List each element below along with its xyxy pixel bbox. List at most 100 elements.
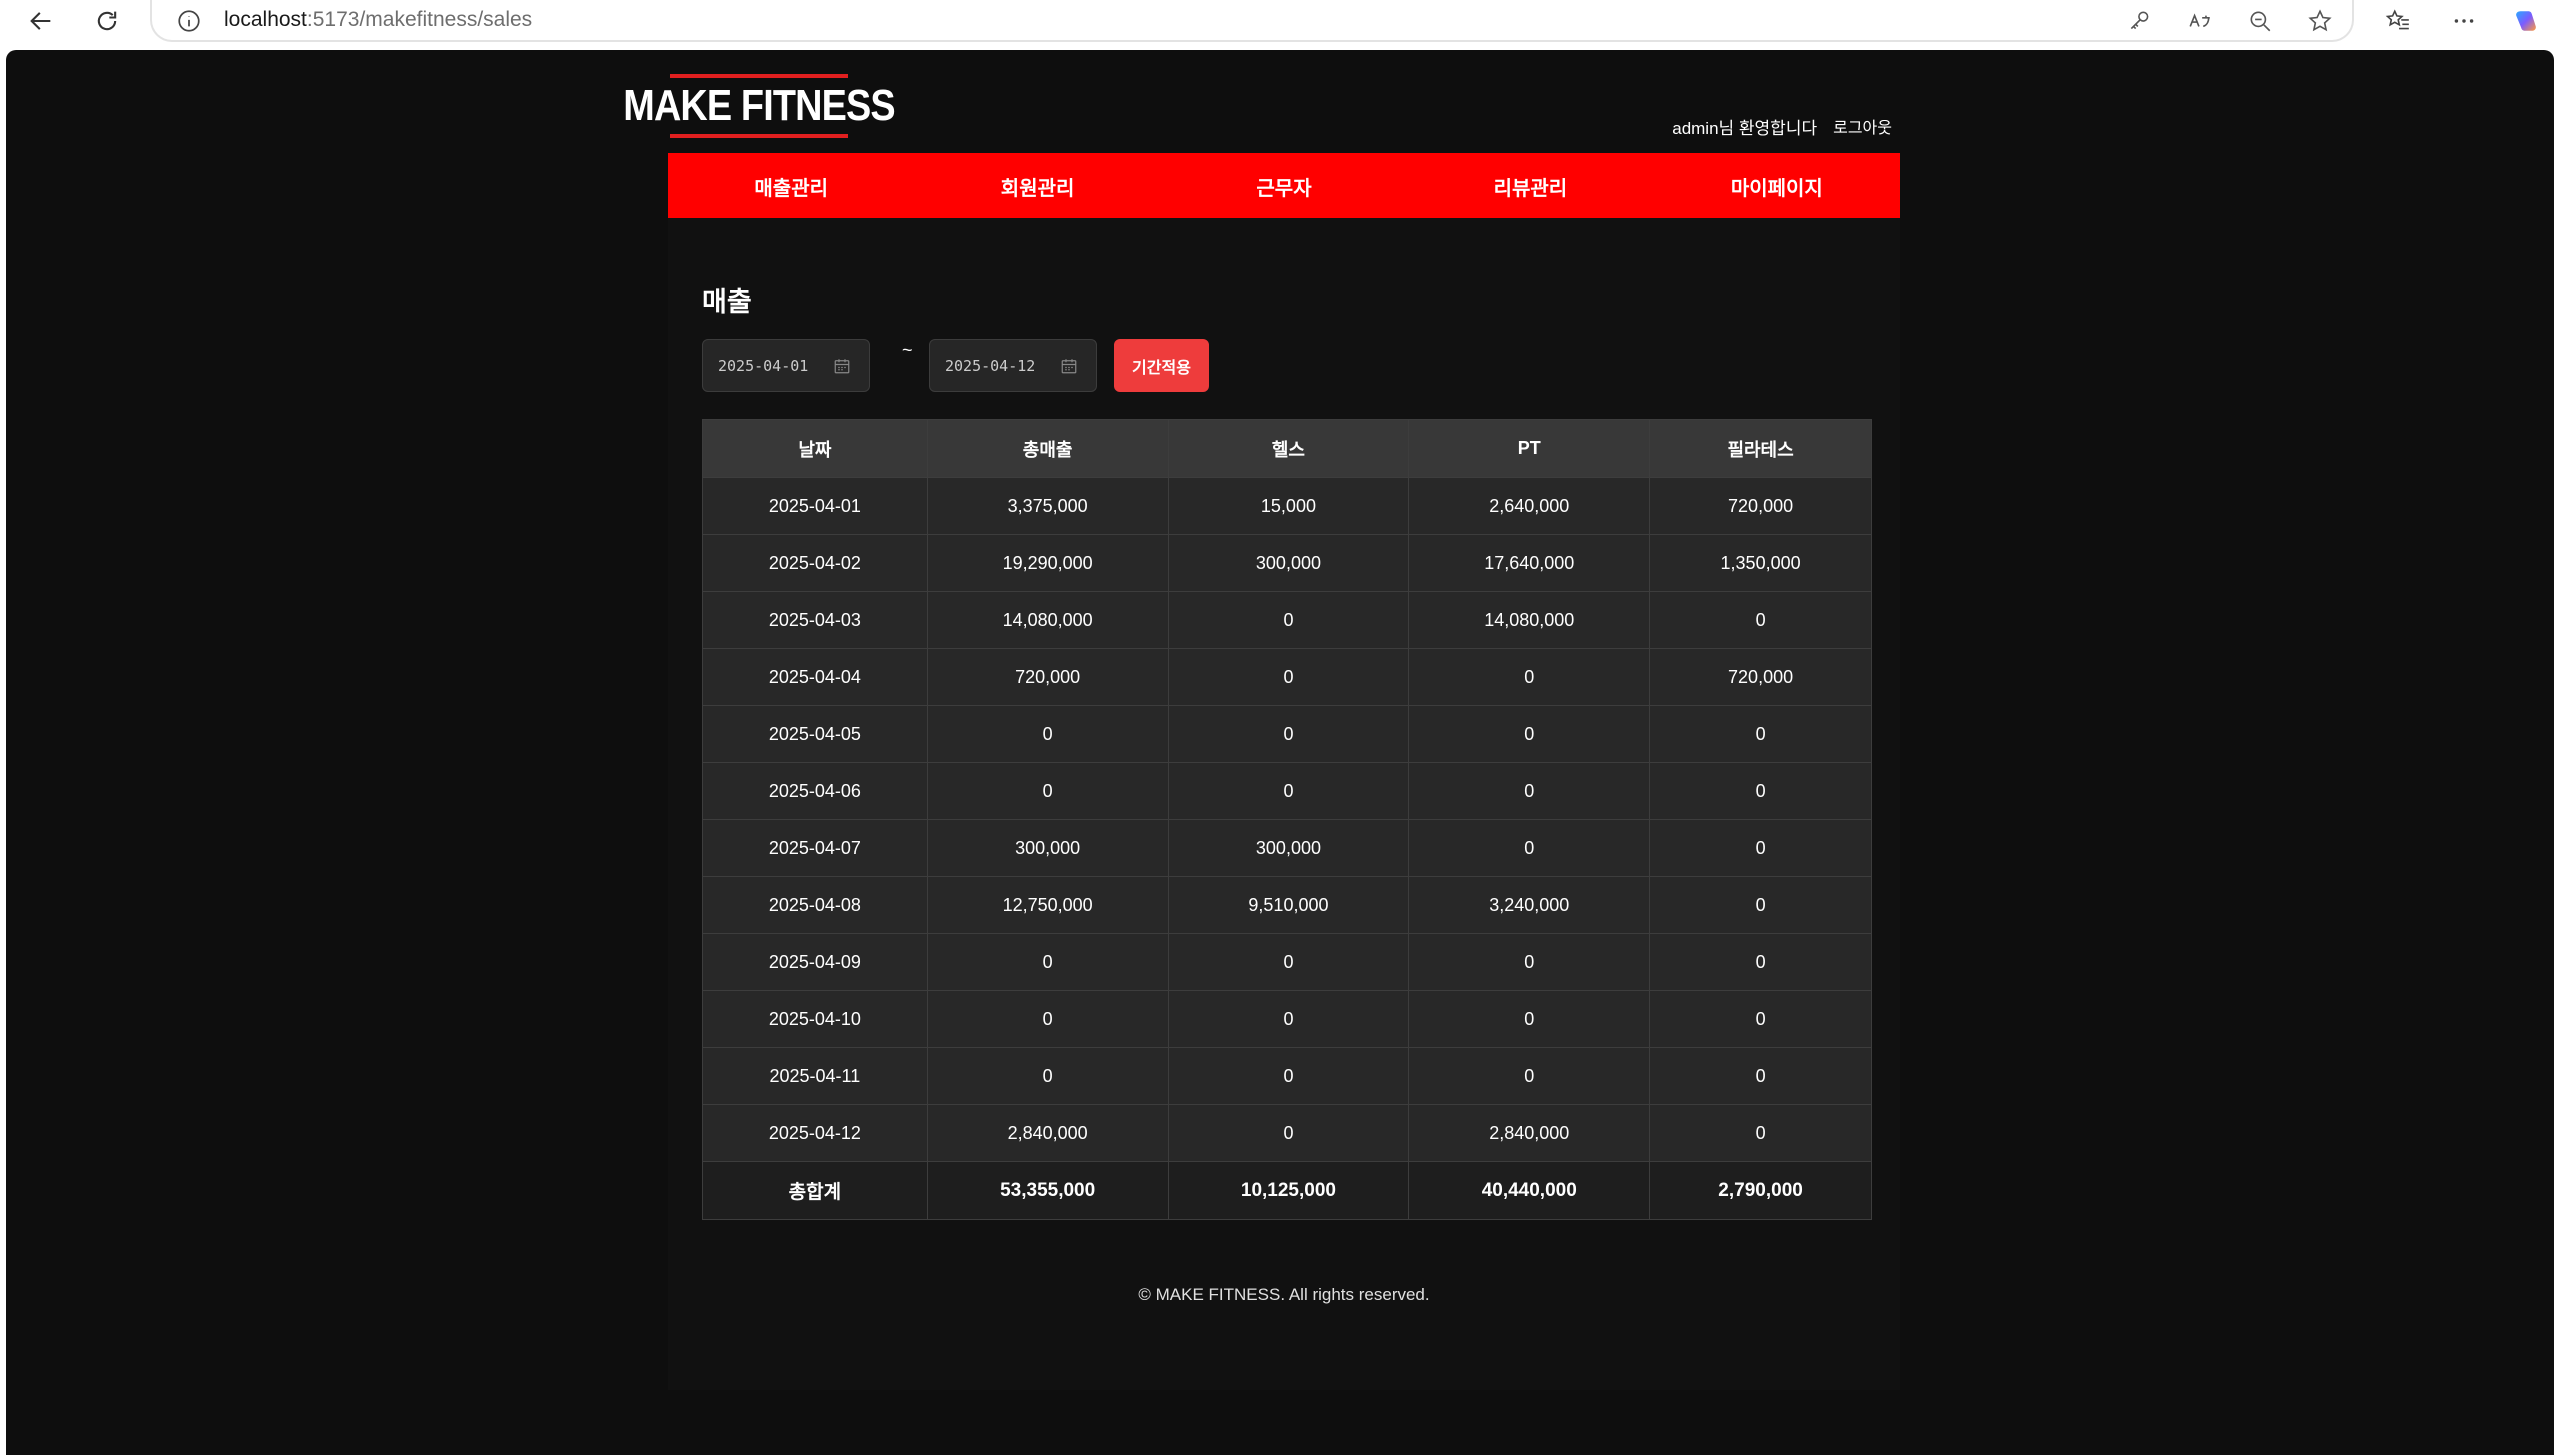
column-header-pilates: 필라테스 bbox=[1649, 419, 1872, 478]
table-row: 2025-04-09 0 0 0 0 bbox=[702, 933, 1872, 991]
back-arrow-icon bbox=[30, 12, 51, 30]
logout-link[interactable]: 로그아웃 bbox=[1833, 114, 1892, 139]
cell-pilates: 0 bbox=[1649, 990, 1872, 1048]
logo-stripe-bottom bbox=[670, 134, 848, 138]
cell-total: 720,000 bbox=[926, 648, 1169, 706]
cell-total: 2,840,000 bbox=[926, 1104, 1169, 1162]
cell-health: 9,510,000 bbox=[1167, 876, 1410, 934]
logo[interactable]: MAKE FITNESS bbox=[623, 74, 896, 138]
cell-health: 0 bbox=[1167, 762, 1410, 820]
cell-pilates: 720,000 bbox=[1649, 648, 1872, 706]
cell-pilates: 0 bbox=[1649, 1104, 1872, 1162]
column-header-total: 총매출 bbox=[926, 419, 1169, 478]
cell-total: 19,290,000 bbox=[926, 534, 1169, 592]
menu-item-mypage[interactable]: 마이페이지 bbox=[1654, 153, 1900, 220]
cell-pilates: 0 bbox=[1649, 819, 1872, 877]
total-sales: 53,355,000 bbox=[926, 1161, 1169, 1220]
cell-health: 300,000 bbox=[1167, 534, 1410, 592]
app-viewport: MAKE FITNESS admin님 환영합니다 로그아웃 매출관리 회원관리… bbox=[6, 50, 2554, 1455]
table-row: 2025-04-08 12,750,000 9,510,000 3,240,000 0 bbox=[702, 876, 1872, 934]
favorites-icon bbox=[2385, 9, 2409, 30]
end-date-input[interactable]: 2025-04-12 bbox=[929, 339, 1097, 392]
menu-item-staff[interactable]: 근무자 bbox=[1161, 153, 1407, 220]
cell-total: 0 bbox=[926, 1047, 1169, 1105]
sales-table: 날짜 총매출 헬스 PT 필라테스 2025-04-01 3,375,000 15,… bbox=[702, 419, 1872, 1220]
cell-total: 3,375,000 bbox=[926, 477, 1169, 535]
apply-period-button[interactable]: 기간적용 bbox=[1114, 339, 1209, 392]
user-bar: admin님 환영합니다 로그아웃 bbox=[1672, 114, 1892, 139]
copilot-icon bbox=[2516, 11, 2536, 31]
calendar-icon[interactable] bbox=[833, 357, 851, 375]
table-row: 2025-04-12 2,840,000 0 2,840,000 0 bbox=[702, 1104, 1872, 1162]
reload-icon bbox=[97, 11, 117, 31]
cell-date: 2025-04-12 bbox=[702, 1104, 928, 1162]
table-row: 2025-04-05 0 0 0 0 bbox=[702, 705, 1872, 763]
table-row: 2025-04-03 14,080,000 0 14,080,000 0 bbox=[702, 591, 1872, 649]
info-icon[interactable] bbox=[176, 8, 202, 34]
more-dots-icon bbox=[2454, 19, 2474, 23]
cell-health: 0 bbox=[1167, 933, 1410, 991]
cell-pilates: 0 bbox=[1649, 705, 1872, 763]
back-button[interactable] bbox=[16, 0, 66, 42]
total-pilates: 2,790,000 bbox=[1649, 1161, 1872, 1220]
favorite-button[interactable] bbox=[2304, 5, 2336, 37]
zoom-out-button[interactable] bbox=[2244, 5, 2276, 37]
cell-pilates: 0 bbox=[1649, 1047, 1872, 1105]
main-menu: 매출관리 회원관리 근무자 리뷰관리 마이페이지 bbox=[668, 153, 1900, 220]
column-header-pt: PT bbox=[1408, 419, 1651, 478]
total-pt: 40,440,000 bbox=[1408, 1161, 1651, 1220]
cell-pt: 2,840,000 bbox=[1408, 1104, 1651, 1162]
table-row: 2025-04-02 19,290,000 300,000 17,640,000 1,3… bbox=[702, 534, 1872, 592]
cell-health: 15,000 bbox=[1167, 477, 1410, 535]
url-text[interactable]: localhost:5173/makefitness/sales bbox=[224, 8, 532, 32]
table-row: 2025-04-10 0 0 0 0 bbox=[702, 990, 1872, 1048]
cell-pilates: 720,000 bbox=[1649, 477, 1872, 535]
table-header-row: 날짜 총매출 헬스 PT 필라테스 bbox=[702, 419, 1872, 478]
footer-copyright: © MAKE FITNESS. All rights reserved. bbox=[1138, 1285, 1430, 1304]
reload-button[interactable] bbox=[82, 0, 132, 42]
copilot-button[interactable] bbox=[2510, 5, 2542, 37]
column-header-health: 헬스 bbox=[1167, 419, 1410, 478]
cell-pt: 0 bbox=[1408, 819, 1651, 877]
date-separator: ~ bbox=[902, 340, 913, 360]
end-date-value: 2025-04-12 bbox=[945, 356, 1036, 375]
cell-date: 2025-04-10 bbox=[702, 990, 928, 1048]
cell-date: 2025-04-03 bbox=[702, 591, 928, 649]
cell-date: 2025-04-08 bbox=[702, 876, 928, 934]
start-date-value: 2025-04-01 bbox=[718, 356, 809, 375]
menu-item-members[interactable]: 회원관리 bbox=[914, 153, 1160, 220]
cell-health: 0 bbox=[1167, 990, 1410, 1048]
menu-item-sales[interactable]: 매출관리 bbox=[668, 153, 914, 220]
cell-date: 2025-04-09 bbox=[702, 933, 928, 991]
cell-pt: 3,240,000 bbox=[1408, 876, 1651, 934]
menu-item-reviews[interactable]: 리뷰관리 bbox=[1407, 153, 1653, 220]
logo-text: MAKE FITNESS bbox=[623, 81, 895, 130]
cell-pilates: 0 bbox=[1649, 876, 1872, 934]
welcome-text: admin님 환영합니다 bbox=[1672, 119, 1818, 138]
start-date-input[interactable]: 2025-04-01 bbox=[702, 339, 870, 392]
url-host: localhost bbox=[224, 8, 307, 31]
password-key-button[interactable] bbox=[2124, 5, 2156, 37]
cell-date: 2025-04-02 bbox=[702, 534, 928, 592]
address-bar[interactable]: localhost:5173/makefitness/sales bbox=[150, 0, 2354, 42]
cell-date: 2025-04-04 bbox=[702, 648, 928, 706]
cell-pilates: 0 bbox=[1649, 591, 1872, 649]
cell-health: 0 bbox=[1167, 1104, 1410, 1162]
cell-pt: 0 bbox=[1408, 762, 1651, 820]
cell-health: 0 bbox=[1167, 705, 1410, 763]
more-button[interactable] bbox=[2448, 5, 2480, 37]
table-row: 2025-04-11 0 0 0 0 bbox=[702, 1047, 1872, 1105]
table-row: 2025-04-06 0 0 0 0 bbox=[702, 762, 1872, 820]
favorites-list-button[interactable] bbox=[2382, 5, 2414, 37]
read-aloud-button[interactable] bbox=[2184, 5, 2216, 37]
calendar-icon[interactable] bbox=[1060, 357, 1078, 375]
table-row: 2025-04-07 300,000 300,000 0 0 bbox=[702, 819, 1872, 877]
star-icon bbox=[2308, 9, 2332, 32]
cell-total: 0 bbox=[926, 762, 1169, 820]
logo-stripe-top bbox=[670, 74, 848, 78]
cell-date: 2025-04-11 bbox=[702, 1047, 928, 1105]
table-row: 2025-04-04 720,000 0 0 720,000 bbox=[702, 648, 1872, 706]
cell-pt: 0 bbox=[1408, 933, 1651, 991]
page-container: MAKE FITNESS admin님 환영합니다 로그아웃 매출관리 회원관리… bbox=[623, 50, 1906, 1390]
total-label: 총합계 bbox=[702, 1161, 928, 1220]
